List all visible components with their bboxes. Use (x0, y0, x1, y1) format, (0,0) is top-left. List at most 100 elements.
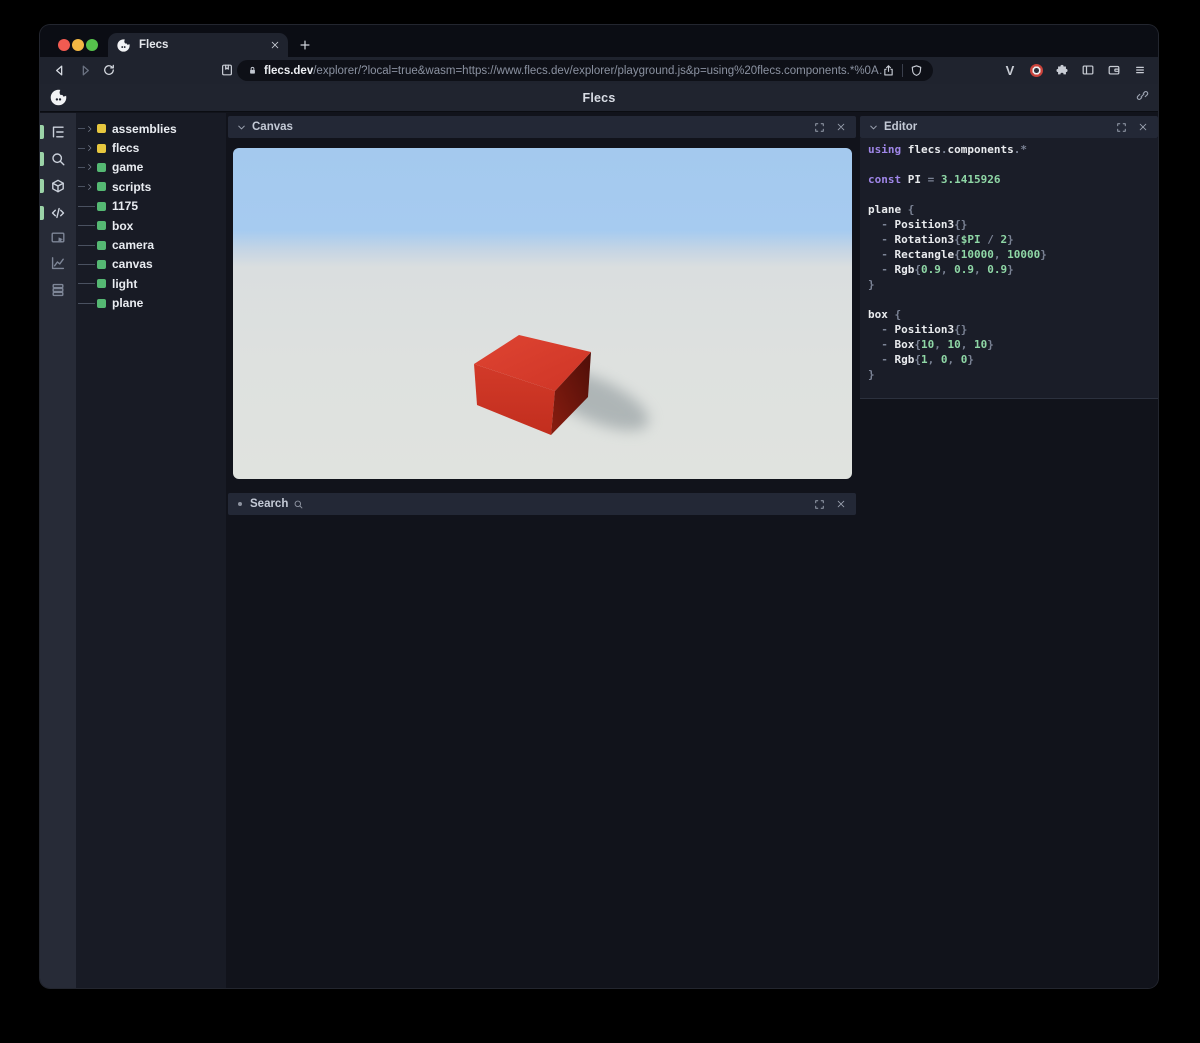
editor-panel-header[interactable]: Editor (860, 116, 1158, 138)
active-indicator (40, 179, 44, 193)
share-link-icon[interactable] (1136, 89, 1149, 102)
entity-green-square-icon (97, 240, 106, 250)
expand-chevron-icon[interactable] (86, 183, 94, 191)
tree-connector (78, 166, 85, 168)
close-panel-icon[interactable] (1136, 120, 1150, 134)
minimize-window-button[interactable] (72, 39, 84, 51)
close-panel-icon[interactable] (834, 120, 848, 134)
tree-item-label: scripts (112, 179, 152, 194)
browser-toolbar: flecs.dev /explorer/?local=true&wasm=htt… (40, 57, 1158, 84)
close-panel-icon[interactable] (834, 497, 848, 511)
extension-red-icon[interactable] (1028, 62, 1044, 78)
entity-green-square-icon (97, 259, 106, 269)
tree-item-light[interactable]: light (76, 274, 226, 293)
wallet-icon[interactable] (1106, 62, 1122, 78)
reload-button[interactable] (98, 59, 120, 81)
active-indicator (40, 152, 44, 166)
new-tab-button[interactable] (294, 34, 316, 56)
tab-title: Flecs (139, 39, 169, 51)
chevron-down-icon[interactable] (868, 122, 879, 133)
sidebar-hierarchy-icon[interactable] (49, 123, 67, 141)
side-panel-icon[interactable] (1080, 62, 1096, 78)
brave-shield-icon[interactable] (910, 64, 923, 77)
entity-tree-panel: assemblies flecs game scripts 1175 box camera c… (76, 113, 226, 988)
entity-green-square-icon (97, 182, 106, 192)
entity-green-square-icon (97, 279, 106, 289)
search-icon (293, 499, 304, 510)
toolbar-actions: V (1002, 59, 1148, 81)
tree-item-label: canvas (112, 257, 153, 272)
code-line: - Position3{} (868, 218, 968, 231)
tree-item-1175[interactable]: 1175 (76, 197, 226, 216)
tree-item-scripts[interactable]: scripts (76, 177, 226, 196)
tree-item-plane[interactable]: plane (76, 294, 226, 313)
menu-icon[interactable] (1132, 62, 1148, 78)
active-indicator (40, 125, 44, 139)
expand-chevron-icon[interactable] (86, 125, 94, 133)
expand-chevron-icon[interactable] (86, 163, 94, 171)
share-icon[interactable] (882, 64, 895, 77)
canvas-panel-header[interactable]: Canvas (228, 116, 856, 138)
canvas-panel-title: Canvas (252, 121, 293, 133)
tree-item-label: 1175 (112, 199, 139, 214)
tree-connector (78, 244, 95, 246)
close-window-button[interactable] (58, 39, 70, 51)
tree-connector (78, 205, 95, 207)
code-line: - Rectangle{10000, 10000} (868, 248, 1047, 261)
forward-button[interactable] (74, 59, 96, 81)
page-title: Flecs (582, 90, 616, 105)
tree-connector (78, 302, 95, 304)
browser-tab[interactable]: Flecs (108, 33, 288, 57)
code-line: plane { (868, 203, 915, 216)
fullscreen-icon[interactable] (1114, 120, 1128, 134)
tree-item-box[interactable]: box (76, 216, 226, 235)
code-editor[interactable]: using flecs.components.* const PI = 3.141… (860, 138, 1158, 399)
entity-green-square-icon (97, 162, 106, 172)
url-path: /explorer/?local=true&wasm=https://www.f… (313, 64, 882, 77)
tree-item-label: plane (112, 296, 144, 311)
search-panel-header[interactable]: Search (228, 493, 856, 515)
tree-item-label: light (112, 276, 138, 291)
tree-item-flecs[interactable]: flecs (76, 138, 226, 157)
vue-devtools-icon[interactable]: V (1002, 62, 1018, 78)
collapsed-dot-icon[interactable] (238, 502, 242, 506)
tree-item-assemblies[interactable]: assemblies (76, 119, 226, 138)
canvas-3d-viewport[interactable] (233, 148, 852, 479)
tree-item-camera[interactable]: camera (76, 235, 226, 254)
code-line: using flecs.components.* (868, 143, 1027, 156)
code-line: - Rgb{0.9, 0.9, 0.9} (868, 263, 1014, 276)
back-button[interactable] (48, 59, 70, 81)
tree-item-game[interactable]: game (76, 158, 226, 177)
tree-connector (78, 263, 95, 265)
chevron-down-icon[interactable] (236, 122, 247, 133)
sidebar-code-icon[interactable] (49, 204, 67, 222)
sidebar-cube-icon[interactable] (49, 177, 67, 195)
main-area: Canvas Search Editor using flecs.compone… (226, 113, 1158, 988)
entity-yellow-square-icon (97, 124, 106, 134)
zoom-window-button[interactable] (86, 39, 98, 51)
entity-yellow-square-icon (97, 143, 106, 153)
fullscreen-icon[interactable] (812, 497, 826, 511)
tree-connector (78, 147, 85, 149)
tree-item-label: camera (112, 238, 155, 253)
sidebar-journal-rows-icon[interactable] (49, 281, 67, 299)
code-line: - Rotation3{$PI / 2} (868, 233, 1014, 246)
tree-item-label: game (112, 160, 144, 175)
address-bar[interactable]: flecs.dev /explorer/?local=true&wasm=htt… (237, 60, 933, 81)
app-header: Flecs (40, 84, 1158, 112)
tab-close-icon[interactable] (270, 40, 280, 50)
sidebar-stats-chart-icon[interactable] (49, 254, 67, 272)
app-body: assemblies flecs game scripts 1175 box camera c… (40, 113, 1158, 988)
tree-item-canvas[interactable]: canvas (76, 255, 226, 274)
extensions-puzzle-icon[interactable] (1054, 62, 1070, 78)
code-line: box { (868, 308, 902, 321)
expand-chevron-icon[interactable] (86, 144, 94, 152)
tab-strip: Flecs (40, 25, 1158, 57)
sidebar-query-search-icon[interactable] (49, 150, 67, 168)
sidebar-inspector-icon[interactable] (49, 229, 67, 247)
fullscreen-icon[interactable] (812, 120, 826, 134)
reading-list-icon[interactable] (216, 59, 238, 81)
flecs-favicon (116, 37, 131, 53)
